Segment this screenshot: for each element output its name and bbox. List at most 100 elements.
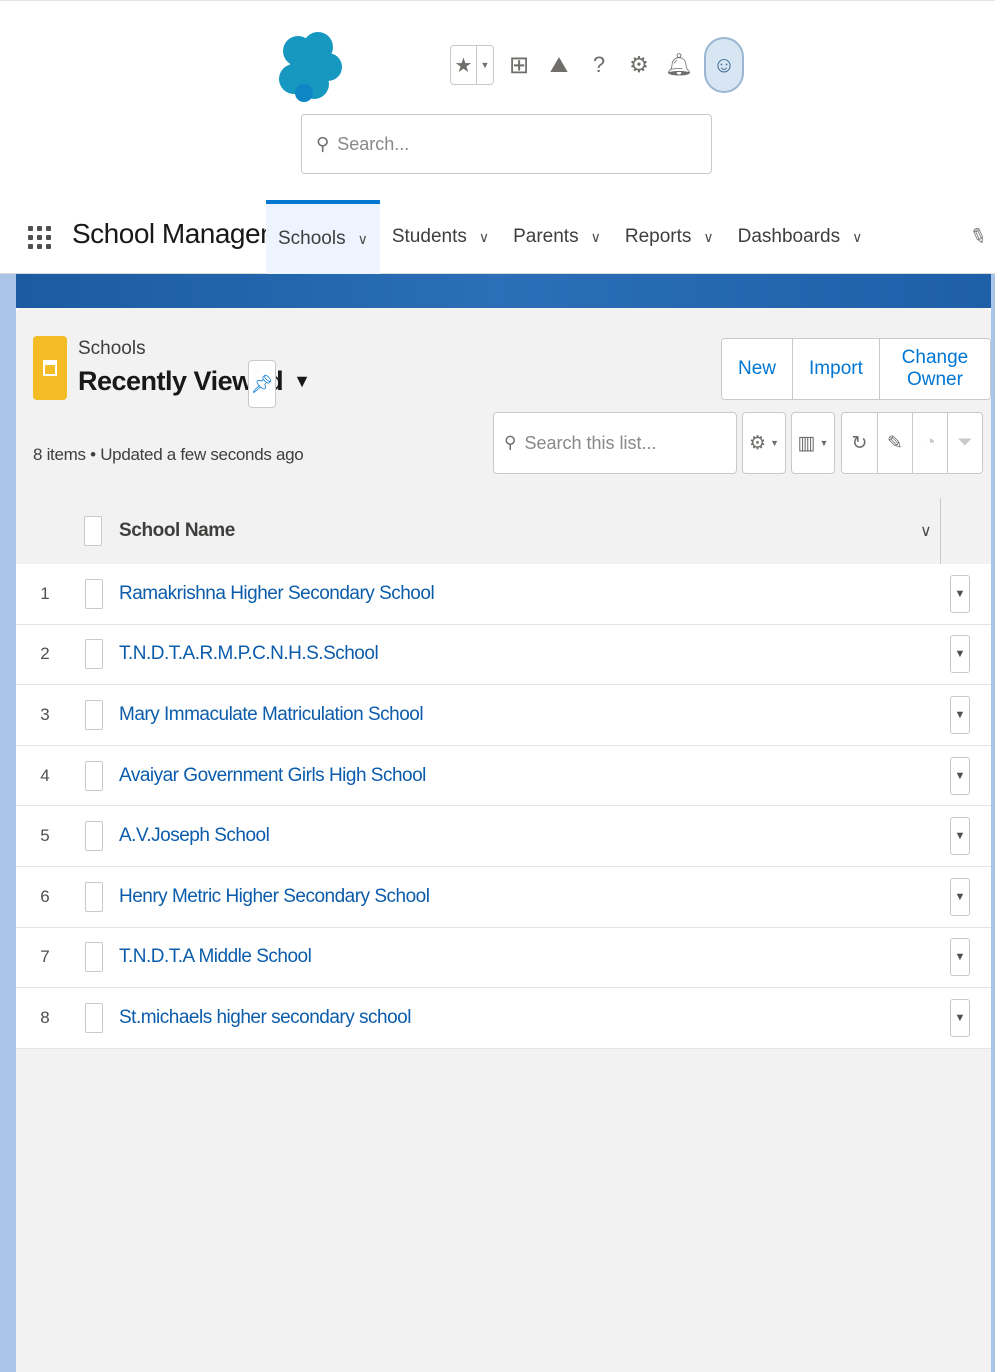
- column-header-school-name[interactable]: School Name: [119, 520, 235, 542]
- row-actions-dropdown-icon[interactable]: ▼: [950, 635, 970, 674]
- row-checkbox[interactable]: [85, 760, 103, 791]
- table-row: 4 Avaiyar Government Girls High School ▼: [16, 745, 991, 807]
- new-button[interactable]: New: [722, 339, 793, 399]
- caret-down-icon[interactable]: ▼: [770, 438, 779, 448]
- app-launcher-icon[interactable]: [28, 216, 52, 258]
- pin-list-view-button[interactable]: 📌︎: [248, 360, 276, 408]
- notifications-bell-icon[interactable]: 🔔︎: [664, 45, 694, 85]
- search-icon: ⚲: [316, 133, 330, 154]
- trailhead-icon[interactable]: ⛰: [544, 45, 574, 85]
- table-header: School Name ∨: [16, 498, 991, 564]
- favorites-caret-icon[interactable]: ▼: [477, 46, 493, 84]
- tab-label[interactable]: Dashboards: [738, 226, 840, 248]
- school-name-link[interactable]: St.michaels higher secondary school: [119, 1007, 411, 1029]
- setup-gear-icon[interactable]: ⚙: [624, 45, 654, 85]
- tab-schools[interactable]: Schools ∨: [266, 200, 380, 274]
- school-name-link[interactable]: Mary Immaculate Matriculation School: [119, 704, 424, 726]
- school-name-link[interactable]: T.N.D.T.A Middle School: [119, 946, 312, 968]
- edit-pencil-icon[interactable]: ✎: [877, 413, 912, 473]
- table-row: 2 T.N.D.T.A.R.M.P.C.N.H.S.School ▼: [16, 624, 991, 686]
- table-row: 5 A.V.Joseph School ▼: [16, 806, 991, 867]
- table-row: 1 Ramakrishna Higher Secondary School ▼: [16, 564, 991, 625]
- tab-parents[interactable]: Parents ∨: [501, 200, 613, 274]
- tab-label[interactable]: Reports: [625, 226, 692, 248]
- caret-down-icon[interactable]: ▼: [820, 438, 829, 448]
- list-actions: New Import Change Owner: [721, 338, 991, 400]
- display-as-button[interactable]: ▥ ▼: [791, 412, 835, 474]
- column-divider[interactable]: [940, 498, 941, 564]
- row-actions-dropdown-icon[interactable]: ▼: [950, 574, 970, 613]
- favorites-group[interactable]: ★ ▼: [450, 45, 494, 85]
- row-checkbox[interactable]: [85, 699, 103, 730]
- row-number: 3: [40, 704, 50, 724]
- records-table: School Name ∨ 1 Ramakrishna Higher Secon…: [16, 498, 991, 1049]
- table-display-icon[interactable]: ▥: [798, 432, 816, 455]
- header-background-band: [0, 274, 995, 308]
- add-icon[interactable]: ⊞: [504, 45, 534, 85]
- list-tools-group: ↻ ✎ ◔ ⏷: [841, 412, 983, 474]
- chevron-down-icon[interactable]: ∨: [591, 229, 601, 246]
- school-name-link[interactable]: Avaiyar Government Girls High School: [119, 765, 426, 787]
- row-number: 8: [40, 1007, 50, 1027]
- school-name-link[interactable]: A.V.Joseph School: [119, 825, 270, 847]
- row-checkbox[interactable]: [85, 1002, 103, 1033]
- school-name-link[interactable]: Henry Metric Higher Secondary School: [119, 886, 430, 908]
- list-search[interactable]: ⚲: [493, 412, 737, 474]
- row-checkbox[interactable]: [85, 639, 103, 670]
- list-search-input[interactable]: [524, 432, 715, 454]
- column-actions-chevron-icon[interactable]: ∨: [920, 521, 932, 541]
- table-row: 3 Mary Immaculate Matriculation School ▼: [16, 685, 991, 746]
- chevron-down-icon[interactable]: ∨: [703, 229, 713, 246]
- school-name-link[interactable]: T.N.D.T.A.R.M.P.C.N.H.S.School: [119, 643, 379, 665]
- chart-icon[interactable]: ◔: [912, 413, 947, 473]
- edit-nav-pencil-icon[interactable]: ✎: [966, 222, 990, 251]
- help-icon[interactable]: ?: [584, 45, 614, 85]
- list-view-controls-button[interactable]: ⚙ ▼: [742, 412, 786, 474]
- row-actions-dropdown-icon[interactable]: ▼: [950, 998, 970, 1037]
- row-number: 4: [40, 765, 50, 785]
- row-checkbox[interactable]: [85, 578, 103, 609]
- tab-label[interactable]: Parents: [513, 226, 578, 248]
- chevron-down-icon[interactable]: ∨: [479, 229, 489, 246]
- row-actions-dropdown-icon[interactable]: ▼: [950, 938, 970, 977]
- row-checkbox[interactable]: [85, 881, 103, 912]
- chevron-down-icon[interactable]: ∨: [358, 231, 368, 248]
- list-view-card: Schools Recently Viewed ▼ 📌︎ New Import …: [16, 308, 991, 1372]
- school-name-link[interactable]: Ramakrishna Higher Secondary School: [119, 583, 435, 605]
- select-all-checkbox[interactable]: [84, 516, 102, 546]
- row-actions-dropdown-icon[interactable]: ▼: [950, 756, 970, 795]
- refresh-icon[interactable]: ↻: [842, 413, 877, 473]
- salesforce-logo-icon[interactable]: [278, 29, 342, 105]
- school-object-icon: [33, 336, 67, 400]
- nav-tabs: Schools ∨ Students ∨ Parents ∨ Reports ∨…: [266, 200, 874, 274]
- import-button[interactable]: Import: [792, 339, 879, 399]
- global-search-input[interactable]: [337, 133, 678, 155]
- caret-down-icon[interactable]: ▼: [293, 371, 311, 392]
- chevron-down-icon[interactable]: ∨: [852, 229, 862, 246]
- favorites-star-icon[interactable]: ★: [451, 46, 477, 84]
- row-actions-dropdown-icon[interactable]: ▼: [950, 877, 970, 916]
- row-actions-dropdown-icon[interactable]: ▼: [950, 817, 970, 856]
- object-label: Schools: [78, 338, 146, 359]
- table-row: 7 T.N.D.T.A Middle School ▼: [16, 927, 991, 989]
- tab-reports[interactable]: Reports ∨: [613, 200, 726, 274]
- page-background-right: [991, 274, 995, 1372]
- gear-icon[interactable]: ⚙: [749, 432, 766, 455]
- row-number: 2: [40, 644, 50, 664]
- change-owner-button[interactable]: Change Owner: [878, 339, 990, 399]
- page-background-left: [0, 274, 16, 1372]
- filter-icon[interactable]: ⏷: [947, 413, 982, 473]
- pin-icon[interactable]: 📌︎: [251, 374, 274, 395]
- tab-students[interactable]: Students ∨: [380, 200, 501, 274]
- utility-bar: ★ ▼ ⊞ ⛰ ? ⚙ 🔔︎ ☺: [450, 37, 744, 93]
- row-number: 5: [40, 826, 50, 846]
- user-avatar[interactable]: ☺: [704, 37, 744, 93]
- global-search[interactable]: ⚲: [301, 114, 712, 174]
- row-checkbox[interactable]: [85, 942, 103, 973]
- search-icon: ⚲: [504, 433, 517, 452]
- tab-label[interactable]: Students: [392, 226, 467, 248]
- tab-dashboards[interactable]: Dashboards ∨: [726, 200, 875, 274]
- row-actions-dropdown-icon[interactable]: ▼: [950, 695, 970, 734]
- tab-label[interactable]: Schools: [278, 228, 346, 250]
- row-checkbox[interactable]: [85, 821, 103, 852]
